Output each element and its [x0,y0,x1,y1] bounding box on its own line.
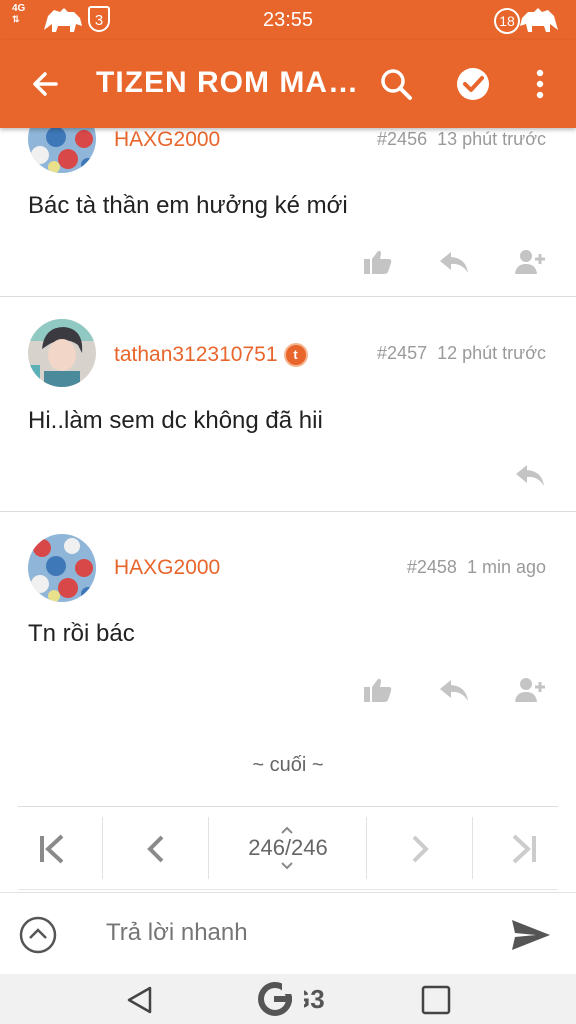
divider [102,817,103,879]
add-user-icon[interactable] [514,676,546,704]
next-page-icon[interactable] [368,807,472,889]
system-nav-bar: G3 [0,974,576,1024]
divider [208,817,209,879]
reply-icon[interactable] [438,248,470,276]
post-number[interactable]: #2458 [407,557,457,577]
post-username[interactable]: HAXG2000 [114,556,220,580]
post-number[interactable]: #2456 [377,129,427,149]
page-title: TIZEN ROM MA… [96,66,359,99]
previous-page-icon[interactable] [104,807,208,889]
send-icon[interactable] [510,917,552,953]
home-logo[interactable]: G3 [258,980,325,1018]
check-circle-icon[interactable] [453,64,493,104]
back-triangle-icon[interactable] [124,984,156,1016]
avatar[interactable] [28,319,96,387]
like-icon[interactable] [362,676,394,704]
divider [472,817,473,879]
lion-logo-icon [520,8,558,32]
post-item: HAXG2000 #2456 13 phút trước Bác tà thần … [0,100,576,297]
post-username[interactable]: tathan312310751 t [114,343,308,368]
post-time: 13 phút trước [437,129,546,149]
status-bar: 4G ⇅ 3 23:55 18 [0,0,576,40]
post-username[interactable]: HAXG2000 [114,128,220,152]
divider [366,817,367,879]
post-number[interactable]: #2457 [377,343,427,363]
post-message: Tn rồi bác [28,620,135,647]
post-message: Hi..làm sem dc không đã hii [28,407,323,434]
app-bar: TIZEN ROM MA… [0,40,576,128]
pagination-bar: 246/246 [18,806,558,890]
avatar[interactable] [28,534,96,602]
post-meta: #2457 12 phút trước [367,343,546,364]
post-time: 12 phút trước [437,343,546,363]
quick-reply-input[interactable] [106,919,486,947]
more-vert-icon[interactable] [520,64,560,104]
recent-apps-icon[interactable] [420,984,452,1016]
username-text[interactable]: tathan312310751 [114,343,278,366]
post-meta: #2456 13 phút trước [367,129,546,150]
like-icon[interactable] [362,248,394,276]
end-of-thread-label: ~ cuối ~ [252,754,324,776]
reply-icon[interactable] [514,461,546,489]
reply-icon[interactable] [438,676,470,704]
page-indicator[interactable]: 246/246 [210,835,366,861]
search-icon[interactable] [376,64,416,104]
post-time: 1 min ago [466,557,546,577]
quick-reply-bar [0,892,576,975]
post-item: tathan312310751 t #2457 12 phút trước Hi..… [0,297,576,512]
post-message: Bác tà thần em hưởng ké mới [28,192,348,219]
last-page-icon[interactable] [474,807,558,889]
post-item: HAXG2000 #2458 1 min ago Tn rồi bác [0,512,576,732]
expand-up-icon[interactable] [18,915,58,955]
clock: 23:55 [262,9,314,31]
back-arrow-icon[interactable] [26,64,66,104]
first-page-icon[interactable] [18,807,102,889]
add-user-icon[interactable] [514,248,546,276]
user-badge: t [283,343,308,368]
post-meta: #2458 1 min ago [397,557,546,578]
